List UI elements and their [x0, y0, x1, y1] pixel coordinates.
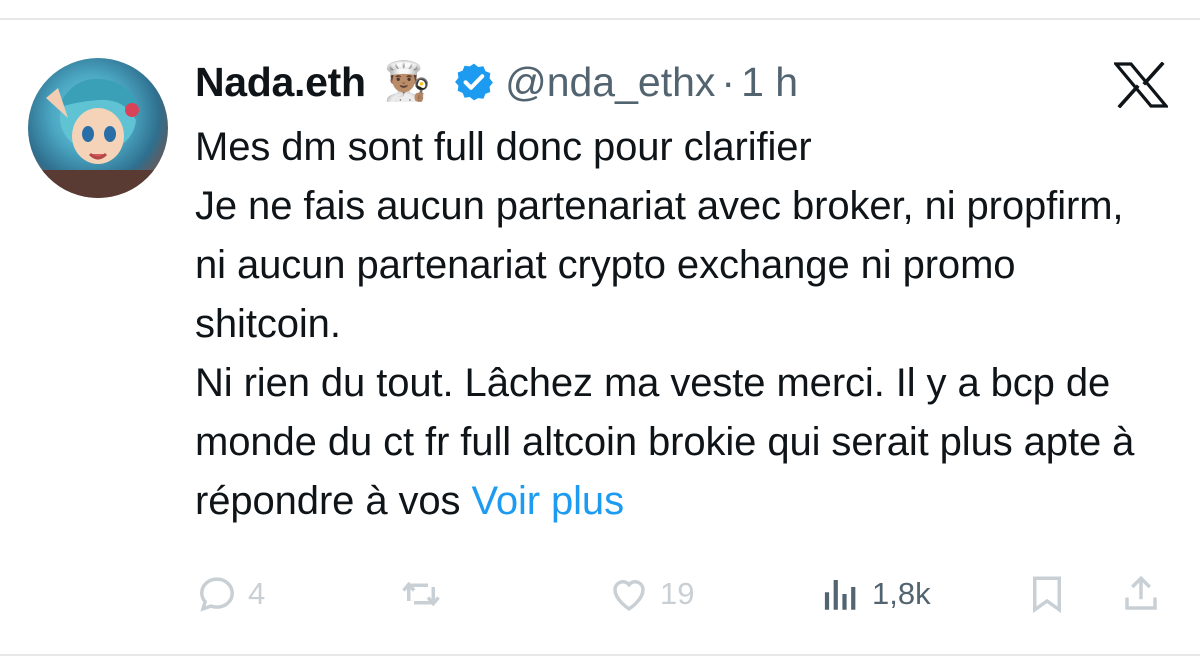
verified-badge-icon	[455, 63, 493, 101]
like-button[interactable]: 19	[608, 566, 694, 622]
share-button[interactable]	[1120, 566, 1162, 622]
share-icon	[1125, 575, 1157, 610]
user-handle[interactable]: @nda_ethx	[505, 59, 715, 106]
reply-count: 4	[248, 576, 266, 611]
views-count: 1,8k	[872, 576, 931, 611]
top-divider	[0, 18, 1200, 20]
reply-button[interactable]: 4	[196, 566, 265, 622]
timestamp[interactable]: 1 h	[741, 59, 798, 106]
separator-dot: ·	[721, 58, 736, 105]
tweet-header: Nada.eth 👨🏽‍🍳 @nda_ethx · 1 h	[195, 54, 798, 110]
heart-icon	[613, 580, 645, 611]
tweet-actions: 4 19 1,8k	[0, 566, 1200, 622]
views-icon	[824, 580, 856, 610]
avatar-illustration	[28, 78, 168, 198]
chef-emoji: 👨🏽‍🍳	[383, 61, 432, 103]
tweet-body: Mes dm sont full donc pour clarifier Je …	[195, 125, 1135, 523]
display-name[interactable]: Nada.eth	[195, 59, 366, 106]
reply-icon	[200, 577, 234, 612]
x-logo-icon[interactable]	[1114, 62, 1168, 108]
repost-button[interactable]	[400, 566, 452, 622]
bookmark-icon	[1033, 576, 1061, 614]
bookmark-button[interactable]	[1026, 566, 1068, 622]
avatar[interactable]	[28, 58, 168, 198]
views-button[interactable]: 1,8k	[820, 566, 931, 622]
tweet-text: Mes dm sont full donc pour clarifier Je …	[195, 118, 1155, 531]
repost-icon	[402, 581, 440, 607]
bottom-divider	[0, 654, 1200, 656]
see-more-link[interactable]: Voir plus	[471, 479, 624, 523]
like-count: 19	[660, 576, 695, 611]
